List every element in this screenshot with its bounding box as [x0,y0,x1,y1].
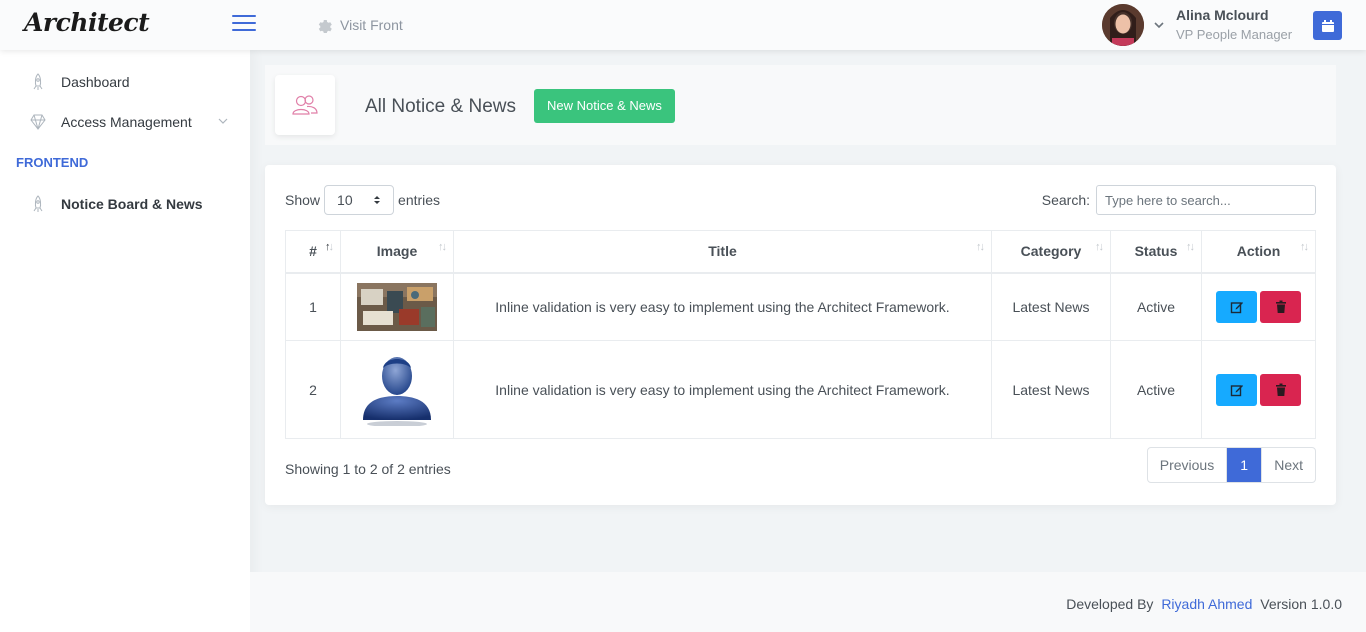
row-category: Latest News [991,272,1111,341]
sidebar-item-access-management[interactable]: Access Management [28,112,228,132]
trash-icon [1275,300,1286,313]
notice-table-card: Show 10 entries Search: #↑↓ Image↑↓ Titl… [265,165,1336,505]
footer-text: Developed By Riyadh Ahmed Version 1.0.0 [1066,596,1342,612]
footer-author-link[interactable]: Riyadh Ahmed [1161,596,1252,612]
footer-developed-by: Developed By [1066,596,1154,612]
row-actions [1201,272,1316,341]
entries-length-control: Show 10 entries [285,185,440,215]
pagination-next[interactable]: Next [1261,448,1315,482]
row-status: Active [1110,272,1202,341]
sort-icon: ↑↓ [438,241,447,253]
edit-icon [1230,384,1243,396]
search-control: Search: [1042,185,1316,215]
column-header-category[interactable]: Category ↑↓ [991,230,1111,274]
hamburger-menu-icon[interactable] [232,15,256,33]
search-input[interactable] [1096,185,1316,215]
sidebar: Dashboard Access Management FRONTEND Not… [0,50,250,632]
sort-asc-icon: ↑↓ [325,241,334,253]
entries-label: entries [398,192,441,208]
column-header-image[interactable]: Image ↑↓ [340,230,454,274]
chevron-down-icon [218,118,228,124]
visit-front-label: Visit Front [340,17,403,33]
sidebar-item-label: Dashboard [61,74,130,90]
row-title: Inline validation is very easy to implem… [453,272,992,341]
row-category: Latest News [991,340,1111,439]
sidebar-item-dashboard[interactable]: Dashboard [28,72,228,92]
app-logo[interactable]: Architect [24,8,150,37]
users-icon [275,75,335,135]
row-title: Inline validation is very easy to implem… [453,340,992,439]
top-header: Architect Visit Front Alina Mclourd VP P… [0,0,1366,50]
gear-icon [318,20,332,33]
sort-icon: ↑↓ [1300,241,1309,253]
table-row: 1 Inline validation is very easy to impl… [285,272,1316,341]
row-image-cell [340,272,454,341]
sidebar-item-label: Notice Board & News [61,196,203,212]
avatar[interactable] [1102,4,1144,46]
entries-value: 10 [337,192,353,208]
edit-button[interactable] [1216,290,1257,323]
row-number: 2 [285,340,341,439]
diamond-icon [30,114,46,130]
user-name: Alina Mclourd [1176,7,1269,24]
show-label: Show [285,192,321,208]
calendar-button[interactable] [1313,11,1342,40]
column-header-action[interactable]: Action ↑↓ [1201,230,1316,274]
sidebar-item-label: Access Management [61,114,192,130]
calendar-icon [1321,19,1334,32]
sort-icon: ↑↓ [1186,241,1195,253]
trash-icon [1275,383,1286,396]
notice-table: # ↑↓ Image ↑↓ Title ↑↓ Category ↑↓ Status ↑↓ … [285,230,1316,439]
page-title: All Notice & News [365,96,516,117]
row-number: 1 [285,272,341,341]
column-header-status[interactable]: Status ↑↓ [1110,230,1202,274]
rocket-icon [33,73,43,90]
delete-button[interactable] [1260,373,1301,406]
row-image-cell [340,340,454,439]
default-user-avatar-icon [363,356,431,426]
user-menu[interactable]: Alina Mclourd VP People Manager [1102,4,1292,46]
column-header-title[interactable]: Title ↑↓ [453,230,992,274]
sidebar-section-heading: FRONTEND [16,155,89,170]
select-arrows-icon [374,196,381,204]
pagination-page-1[interactable]: 1 [1227,448,1262,482]
edit-button[interactable] [1216,373,1257,406]
sort-icon: ↑↓ [976,241,985,253]
footer-version: Version 1.0.0 [1260,596,1342,612]
row-actions [1201,340,1316,439]
search-label: Search: [1041,192,1090,208]
column-header-number[interactable]: # ↑↓ [285,230,341,274]
pagination-previous[interactable]: Previous [1148,448,1228,482]
visit-front-link[interactable]: Visit Front [316,17,403,33]
entries-select[interactable]: 10 [324,185,395,215]
footer: Developed By Riyadh Ahmed Version 1.0.0 [250,572,1366,632]
rocket-icon [33,195,43,212]
row-status: Active [1110,340,1202,439]
delete-button[interactable] [1260,290,1301,323]
sidebar-item-notice-board[interactable]: Notice Board & News [28,194,228,214]
user-role: VP People Manager [1176,26,1293,42]
desk-photo-thumbnail [357,282,437,331]
sort-icon: ↑↓ [1095,241,1104,253]
chevron-down-icon[interactable] [1154,20,1164,30]
new-notice-button[interactable]: New Notice & News [534,89,675,123]
page-title-card: All Notice & News New Notice & News [265,65,1336,145]
table-row: 2 Inline validation is very easy to impl… [285,340,1316,439]
edit-icon [1230,301,1243,313]
table-info: Showing 1 to 2 of 2 entries [285,461,451,477]
pagination: Previous 1 Next [1146,447,1316,483]
